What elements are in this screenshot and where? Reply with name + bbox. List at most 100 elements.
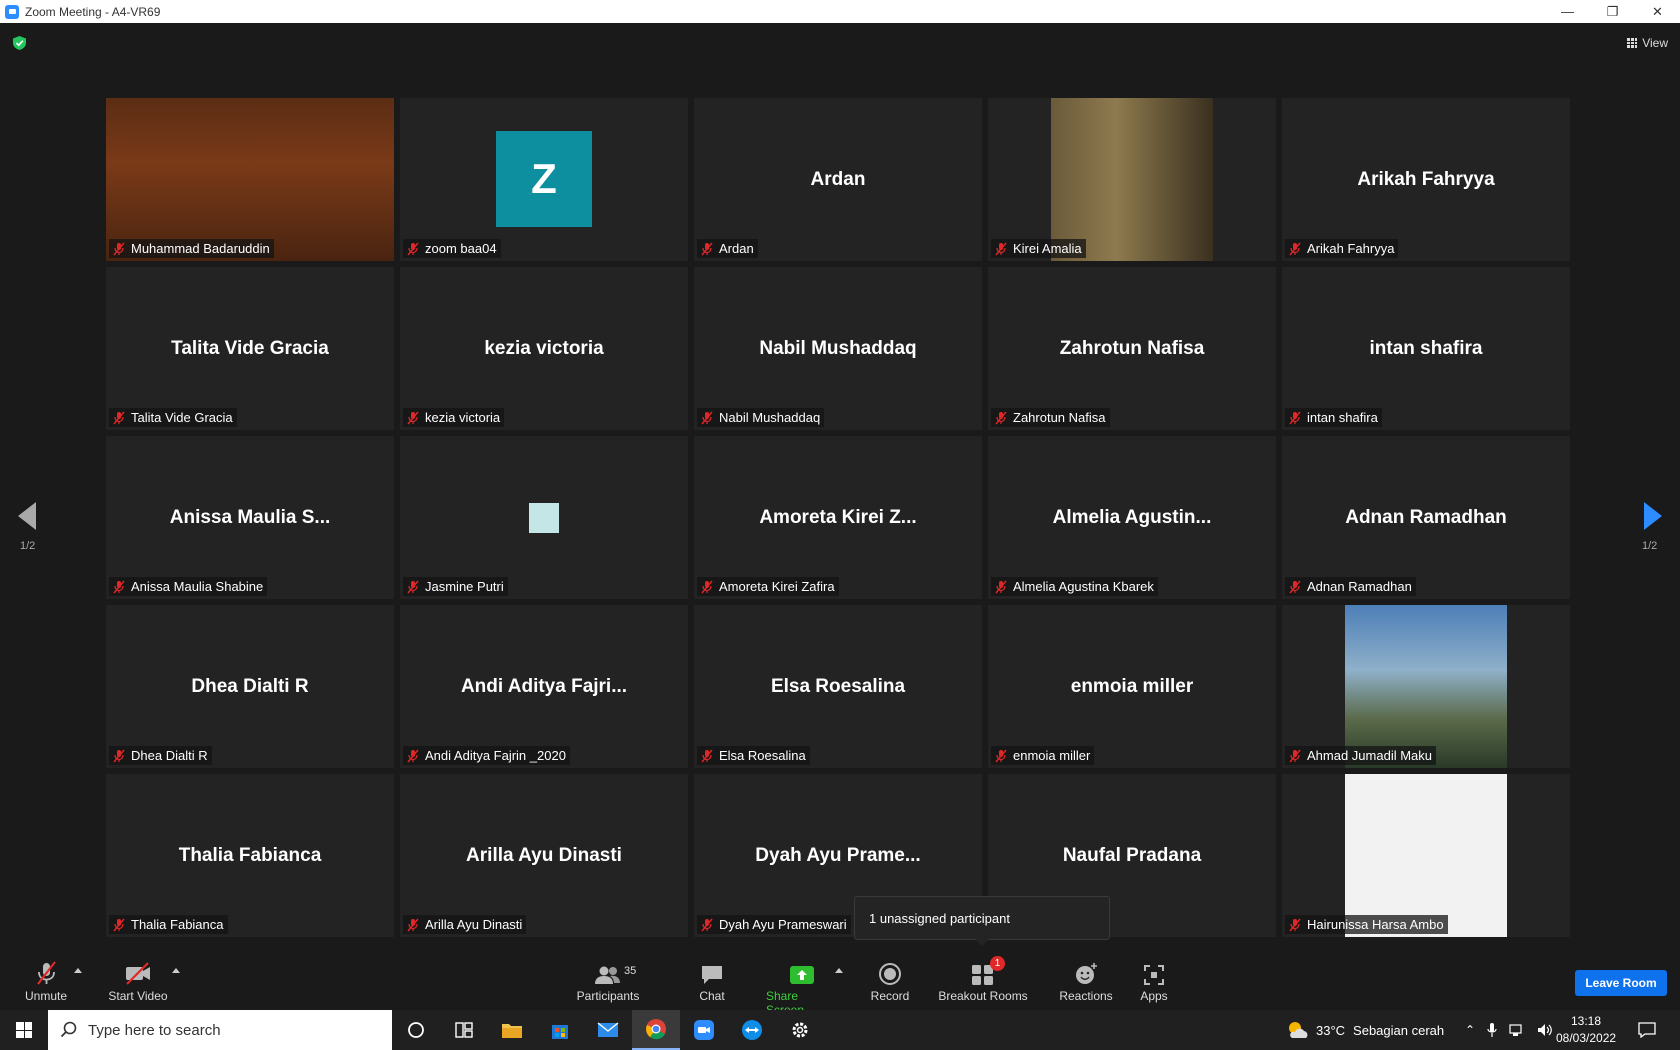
chat-button[interactable]: Chat [692,960,732,1003]
participant-display-name: Elsa Roesalina [770,675,906,697]
participant-tile[interactable]: Kirei Amalia [988,98,1276,261]
network-icon[interactable] [1509,1023,1525,1037]
notifications-icon[interactable] [1638,1010,1656,1050]
clock-time: 13:18 [1570,1014,1602,1028]
participant-tile[interactable]: Ahmad Jumadil Maku [1282,605,1570,768]
participant-display-name: Almelia Agustin... [1052,506,1212,528]
volume-icon[interactable] [1537,1023,1553,1037]
participant-display-name: Adnan Ramadhan [1345,506,1507,528]
participant-name-label: Zahrotun Nafisa [991,408,1110,427]
participant-name: Ardan [719,241,754,256]
mic-muted-icon [995,580,1007,593]
participant-tile[interactable]: Almelia Agustin... Almelia Agustina Kbare… [988,436,1276,599]
participant-tile[interactable]: Adnan Ramadhan Adnan Ramadhan [1282,436,1570,599]
encryption-shield-icon[interactable] [13,36,26,50]
close-button[interactable]: ✕ [1635,0,1680,23]
mic-muted-icon [995,242,1007,255]
participant-name: Dhea Dialti R [131,748,208,763]
reactions-button[interactable]: Reactions [1054,960,1118,1003]
cortana-icon[interactable] [392,1010,440,1050]
participant-tile[interactable]: Zahrotun Nafisa Zahrotun Nafisa [988,267,1276,430]
participant-name-label: Adnan Ramadhan [1285,577,1416,596]
settings-gear-icon[interactable] [776,1010,824,1050]
participant-name-label: Arilla Ayu Dinasti [403,915,527,934]
mic-muted-icon [701,749,713,762]
participant-name-label: Dhea Dialti R [109,746,212,765]
chrome-icon[interactable] [632,1010,680,1050]
share-screen-arrow-icon [790,966,814,984]
participant-tile[interactable]: Ardan Ardan [694,98,982,261]
zoom-app-icon [5,4,19,19]
start-button[interactable] [0,1010,48,1050]
unmute-label: Unmute [24,989,68,1003]
next-page-arrow-icon[interactable] [1644,502,1662,530]
taskbar-clock[interactable]: 13:18 08/03/2022 [1556,1013,1616,1047]
participant-tile[interactable]: Talita Vide Gracia Talita Vide Gracia [106,267,394,430]
tray-overflow-chevron-icon[interactable]: ⌃ [1465,1023,1475,1037]
participant-tile[interactable]: Arilla Ayu Dinasti Arilla Ayu Dinasti [400,774,688,937]
participant-tile[interactable]: Amoreta Kirei Z... Amoreta Kirei Zafira [694,436,982,599]
apps-button[interactable]: Apps [1138,960,1170,1003]
mic-muted-icon [113,580,125,593]
participant-name: Andi Aditya Fajrin _2020 [425,748,566,763]
participant-name-label: intan shafira [1285,408,1382,427]
participant-tile[interactable]: intan shafira intan shafira [1282,267,1570,430]
start-video-button[interactable]: Start Video [106,960,170,1003]
participant-tile[interactable]: Anissa Maulia S... Anissa Maulia Shabine [106,436,394,599]
reactions-label: Reactions [1059,989,1113,1003]
participant-name: Thalia Fabianca [131,917,224,932]
participant-name: Ahmad Jumadil Maku [1307,748,1432,763]
participant-tile[interactable]: Muhammad Badaruddin [106,98,394,261]
teamviewer-icon[interactable] [728,1010,776,1050]
minimize-button[interactable]: — [1545,0,1590,23]
window-controls: — ❐ ✕ [1545,0,1680,23]
participant-tile[interactable]: Andi Aditya Fajri... Andi Aditya Fajrin _… [400,605,688,768]
audio-options-caret-icon[interactable] [74,968,82,973]
participant-avatar [529,503,559,533]
participant-tile[interactable]: Arikah Fahryya Arikah Fahryya [1282,98,1570,261]
participant-tile[interactable]: Thalia Fabianca Thalia Fabianca [106,774,394,937]
breakout-rooms-label: Breakout Rooms [938,989,1028,1003]
participant-name-label: Hairunissa Harsa Ambo [1285,915,1448,934]
previous-page-arrow-icon[interactable] [18,502,36,530]
participant-tile[interactable]: kezia victoria kezia victoria [400,267,688,430]
record-label: Record [870,989,910,1003]
windows-logo-icon [16,1022,32,1038]
mic-muted-icon [407,580,419,593]
participant-name: Dyah Ayu Prameswari [719,917,847,932]
mail-icon[interactable] [584,1010,632,1050]
participant-tile[interactable]: Hairunissa Harsa Ambo [1282,774,1570,937]
microsoft-store-icon[interactable] [536,1010,584,1050]
microphone-tray-icon[interactable] [1487,1022,1497,1038]
taskbar-search-box[interactable]: Type here to search [48,1010,392,1050]
participant-name: Adnan Ramadhan [1307,579,1412,594]
microphone-muted-icon [37,961,56,985]
participant-tile[interactable]: Jasmine Putri [400,436,688,599]
zoom-taskbar-icon[interactable] [680,1010,728,1050]
share-screen-button[interactable]: Share Screen [766,960,838,1017]
weather-widget[interactable]: 33°C Sebagian cerah [1286,1010,1444,1050]
participant-tile[interactable]: Dhea Dialti R Dhea Dialti R [106,605,394,768]
breakout-rooms-button[interactable]: 1 Breakout Rooms [938,956,1028,1003]
unmute-button[interactable]: Unmute [22,960,70,1003]
video-options-caret-icon[interactable] [172,968,180,973]
share-options-caret-icon[interactable] [835,968,843,973]
task-view-icon[interactable] [440,1010,488,1050]
record-button[interactable]: Record [870,960,910,1003]
participant-display-name: Naufal Pradana [1062,844,1202,866]
participant-tile[interactable]: Nabil Mushaddaq Nabil Mushaddaq [694,267,982,430]
restore-button[interactable]: ❐ [1590,0,1635,23]
participant-name-label: Thalia Fabianca [109,915,228,934]
participant-name-label: Anissa Maulia Shabine [109,577,268,596]
leave-room-button[interactable]: Leave Room [1575,970,1667,996]
mic-muted-icon [113,749,125,762]
apps-label: Apps [1140,989,1168,1003]
view-label: View [1642,36,1668,50]
file-explorer-icon[interactable] [488,1010,536,1050]
participant-display-name: kezia victoria [484,337,604,359]
participant-tile[interactable]: Elsa Roesalina Elsa Roesalina [694,605,982,768]
participant-video [106,98,394,261]
participant-tile[interactable]: enmoia miller enmoia miller [988,605,1276,768]
view-button[interactable]: View [1627,34,1668,52]
participant-tile[interactable]: Zzoom baa04 [400,98,688,261]
